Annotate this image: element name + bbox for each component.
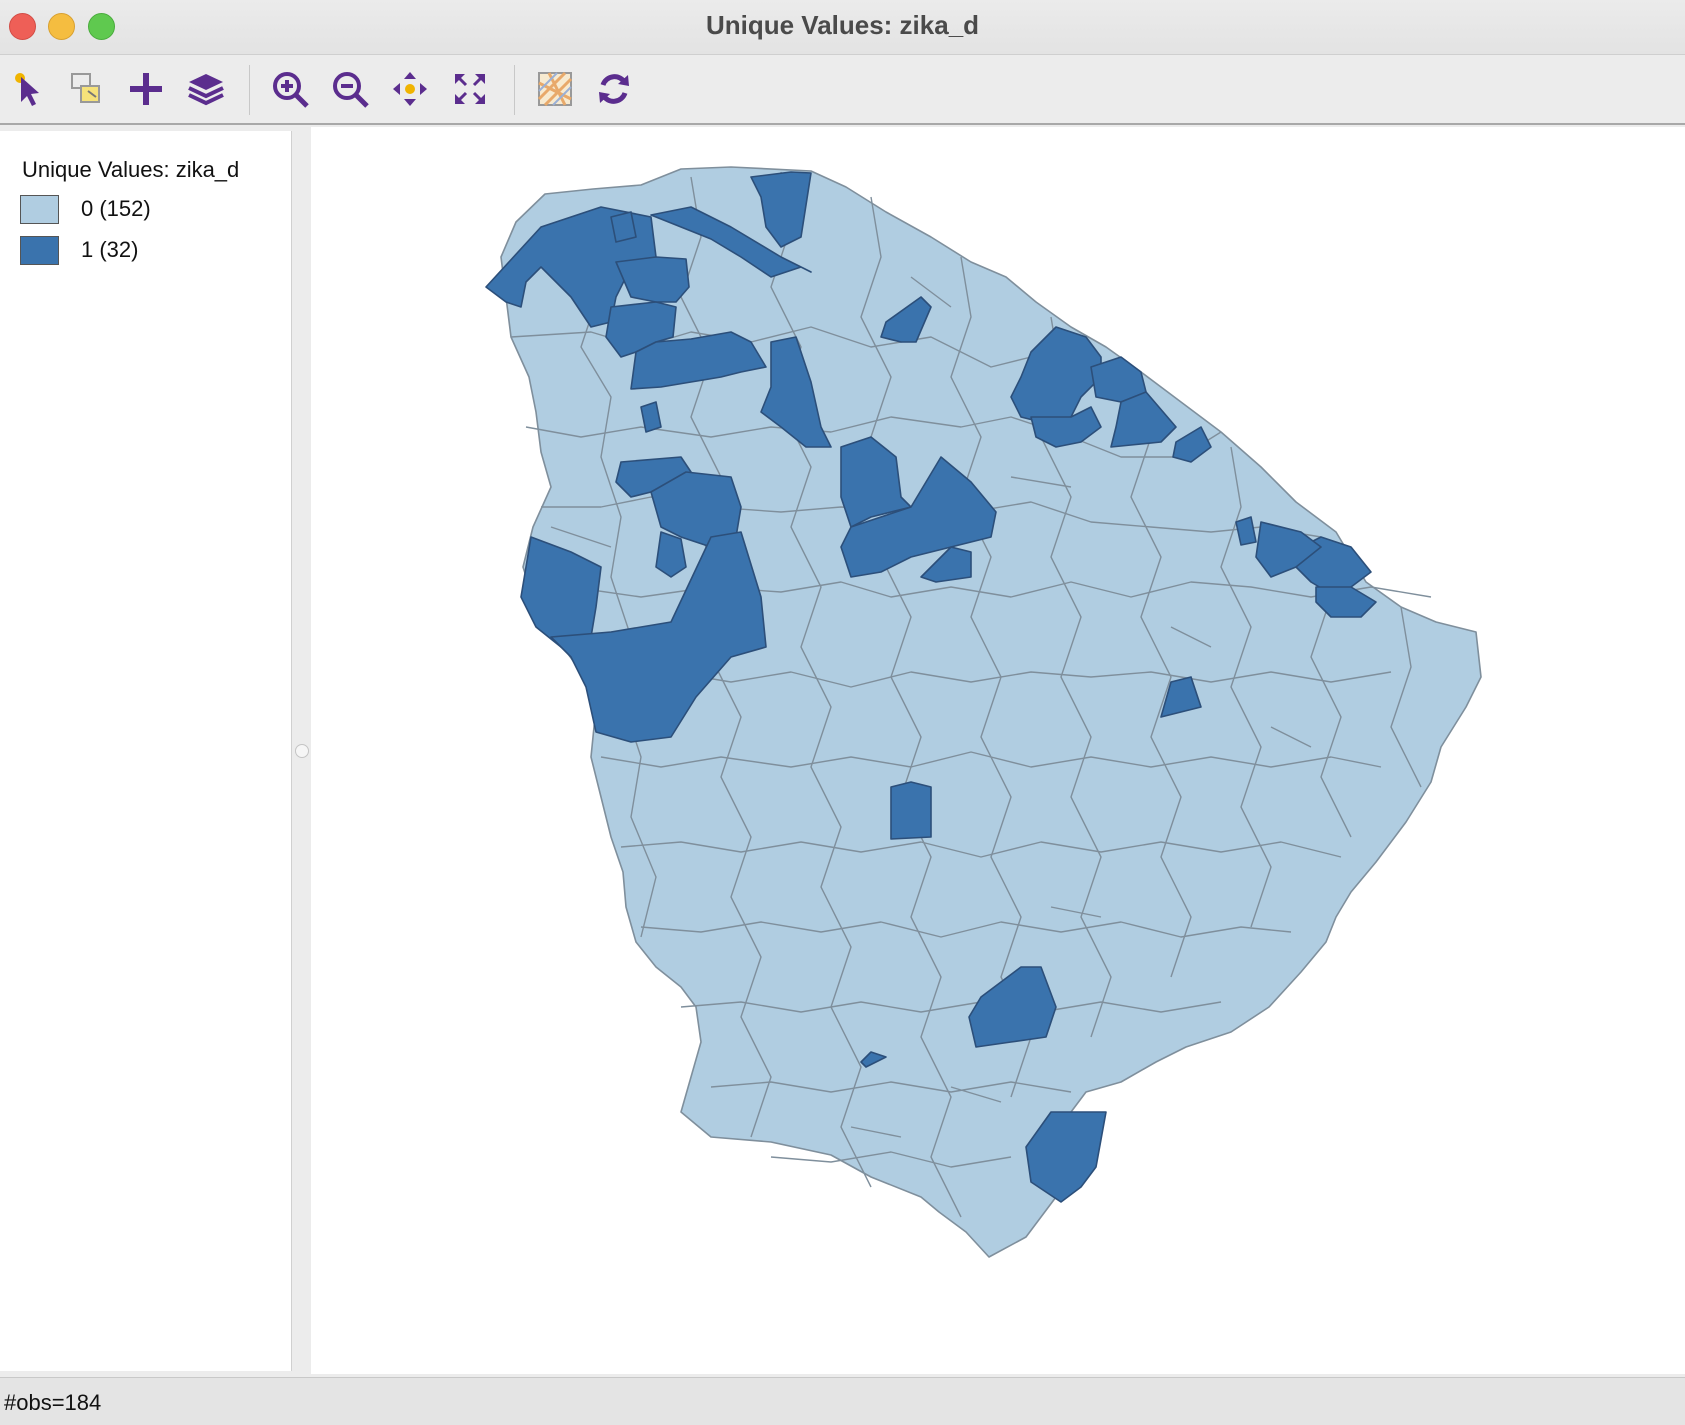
legend-label-0: 0 (152) — [81, 196, 151, 221]
legend-swatch-0 — [20, 195, 59, 224]
splitter-handle[interactable] — [295, 744, 309, 758]
map-region-highlight-30[interactable] — [655, 531, 687, 578]
add-button[interactable] — [124, 67, 168, 111]
pan-button[interactable] — [388, 67, 432, 111]
refresh-button[interactable] — [592, 67, 636, 111]
map-canvas[interactable] — [311, 127, 1685, 1374]
map-region-highlight-32[interactable] — [610, 211, 637, 243]
pan-icon — [393, 72, 427, 106]
zoom-out-button[interactable] — [328, 67, 372, 111]
layers-button[interactable] — [184, 67, 228, 111]
choropleth-map[interactable] — [311, 127, 1685, 1374]
full-extent-icon — [455, 74, 485, 104]
toolbar — [0, 55, 1685, 125]
plus-icon — [130, 73, 162, 105]
toolbar-separator — [514, 65, 515, 115]
zoom-in-icon — [273, 72, 309, 108]
basemap-button[interactable] — [533, 67, 577, 111]
basemap-icon — [537, 71, 573, 107]
selection-shape-button[interactable] — [64, 67, 108, 111]
legend-panel[interactable] — [0, 131, 292, 1371]
legend-title: Unique Values: zika_d — [22, 157, 240, 182]
select-tool-button[interactable] — [6, 67, 50, 111]
legend-swatch-1 — [20, 236, 59, 265]
zoom-in-button[interactable] — [268, 67, 312, 111]
selection-shape-icon — [71, 73, 100, 103]
title-bar: Unique Values: zika_d — [0, 0, 1685, 55]
legend-label-1: 1 (32) — [81, 237, 139, 262]
zoom-out-icon — [333, 72, 369, 108]
map-region-highlight-23[interactable] — [890, 781, 932, 840]
select-arrow-icon — [15, 73, 39, 106]
layers-icon — [188, 74, 224, 106]
refresh-icon — [599, 74, 629, 104]
window-title: Unique Values: zika_d — [705, 10, 980, 40]
observation-count: #obs=184 — [4, 1390, 102, 1415]
status-bar: #obs=184 — [0, 1377, 1685, 1425]
toolbar-separator — [249, 65, 250, 115]
full-extent-button[interactable] — [448, 67, 492, 111]
